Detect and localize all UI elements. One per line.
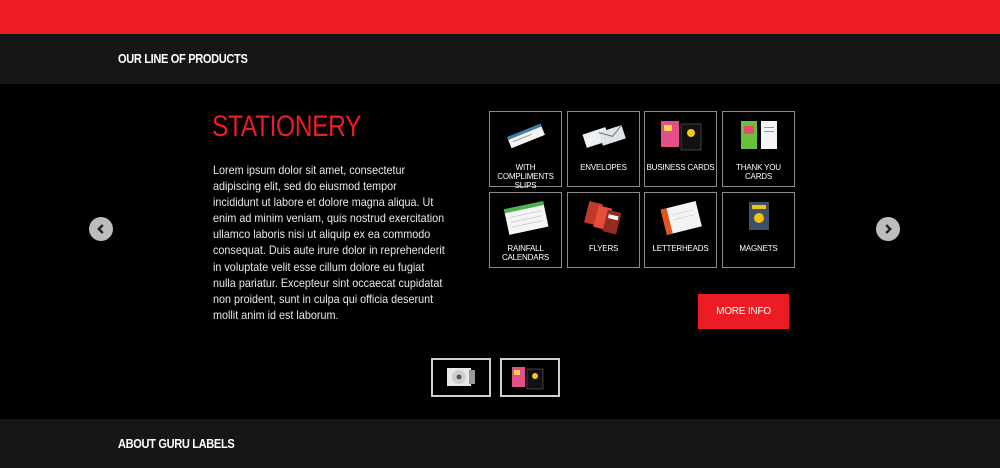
tile-envelopes[interactable]: ENVELOPES — [567, 111, 640, 187]
about-title: ABOUT GURU LABELS — [118, 436, 235, 451]
tile-business-cards[interactable]: BUSINESS CARDS — [644, 111, 717, 187]
tile-label: MAGNETS — [739, 244, 778, 253]
tile-compliment-slips[interactable]: WITH COMPLIMENTS SLIPS — [489, 111, 562, 190]
envelopes-icon — [582, 124, 626, 148]
prev-slide-button[interactable] — [89, 217, 113, 241]
chevron-right-icon — [885, 224, 892, 234]
tile-label: RAINFALL CALENDARS — [501, 244, 550, 262]
tile-letterheads[interactable]: LETTERHEADS — [644, 192, 717, 268]
business-cards-icon — [661, 121, 702, 151]
magnets-icon — [749, 202, 769, 230]
tile-rainfall-calendars[interactable]: RAINFALL CALENDARS — [489, 192, 562, 268]
thank-you-cards-icon — [741, 121, 777, 149]
product-tiles-grid: WITH COMPLIMENTS SLIPS ENVELOPES BUSINES… — [489, 111, 795, 269]
calendar-icon — [503, 201, 549, 235]
tile-label: THANK YOU CARDS — [736, 163, 781, 181]
more-info-button[interactable]: MORE INFO — [698, 294, 789, 329]
product-description: Lorem ipsum dolor sit amet, consectetur … — [213, 163, 445, 322]
tile-label: WITH COMPLIMENTS SLIPS — [497, 163, 554, 190]
next-slide-button[interactable] — [876, 217, 900, 241]
chevron-left-icon — [97, 224, 104, 234]
tile-label: LETTERHEADS — [652, 244, 709, 253]
slide-thumbnail-1[interactable] — [431, 358, 491, 397]
tile-label: ENVELOPES — [580, 163, 627, 172]
letterhead-icon — [660, 201, 702, 235]
tile-label: FLYERS — [588, 244, 619, 253]
slide-thumbnail-2[interactable] — [500, 358, 560, 397]
flyers-icon — [584, 201, 622, 235]
tile-magnets[interactable]: MAGNETS — [722, 192, 795, 268]
label-roll-thumbnail — [447, 368, 475, 386]
tile-label: BUSINESS CARDS — [646, 163, 715, 172]
products-section-header: OUR LINE OF PRODUCTS — [0, 34, 1000, 84]
business-cards-thumbnail — [512, 367, 544, 390]
product-title: STATIONERY — [212, 110, 361, 143]
product-slider: STATIONERY Lorem ipsum dolor sit amet, c… — [0, 84, 1000, 419]
top-accent-bar — [0, 0, 1000, 34]
section-title: OUR LINE OF PRODUCTS — [118, 51, 248, 66]
tile-flyers[interactable]: FLYERS — [567, 192, 640, 268]
tile-thank-you-cards[interactable]: THANK YOU CARDS — [722, 111, 795, 187]
compliment-slips-icon — [507, 123, 545, 149]
about-section-header: ABOUT GURU LABELS — [0, 419, 1000, 468]
